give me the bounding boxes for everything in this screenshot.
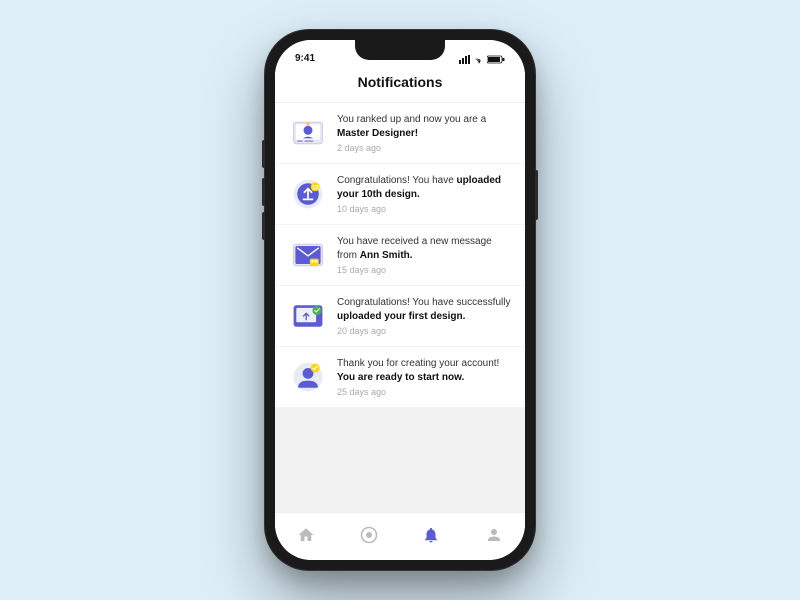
- notification-icon-upload: 10: [289, 175, 327, 213]
- notifications-list: You ranked up and now you are a Master D…: [275, 103, 525, 512]
- notification-content-2: Congratulations! You have uploaded your …: [337, 174, 511, 214]
- notification-icon-account: [289, 358, 327, 396]
- notification-item-4[interactable]: Congratulations! You have successfully u…: [275, 286, 525, 346]
- nav-home[interactable]: [286, 517, 326, 553]
- notification-icon-message: [289, 236, 327, 274]
- svg-text:10: 10: [312, 185, 320, 192]
- notification-time-1: 2 days ago: [337, 143, 511, 153]
- phone-notch: [355, 40, 445, 60]
- status-icons: [459, 55, 505, 64]
- notification-time-4: 20 days ago: [337, 326, 511, 336]
- notification-time-2: 10 days ago: [337, 204, 511, 214]
- page-title: Notifications: [358, 74, 443, 90]
- notification-time-5: 25 days ago: [337, 387, 511, 397]
- notification-text-3: You have received a new message from Ann…: [337, 235, 511, 263]
- notification-content-4: Congratulations! You have successfully u…: [337, 296, 511, 336]
- notification-icon-rank: [289, 114, 327, 152]
- bottom-nav: [275, 512, 525, 560]
- page-header: Notifications: [275, 68, 525, 103]
- nav-profile[interactable]: [474, 517, 514, 553]
- notification-content-3: You have received a new message from Ann…: [337, 235, 511, 275]
- activity-icon: [360, 526, 378, 544]
- notification-item-3[interactable]: You have received a new message from Ann…: [275, 225, 525, 285]
- notification-text-4: Congratulations! You have successfully u…: [337, 296, 511, 324]
- person-icon: [485, 526, 503, 544]
- notification-text-2: Congratulations! You have uploaded your …: [337, 174, 511, 202]
- wifi-icon: [474, 56, 484, 64]
- notification-text-5: Thank you for creating your account! You…: [337, 357, 511, 385]
- phone-screen: 9:41: [275, 40, 525, 560]
- notification-item-5[interactable]: Thank you for creating your account! You…: [275, 347, 525, 407]
- phone-mockup: 9:41: [265, 30, 535, 570]
- nav-notifications[interactable]: [411, 517, 451, 553]
- home-icon: [297, 526, 315, 544]
- status-time: 9:41: [295, 53, 315, 64]
- bell-icon: [422, 526, 440, 544]
- signal-icon: [459, 55, 471, 64]
- nav-activity[interactable]: [349, 517, 389, 553]
- notification-text-1: You ranked up and now you are a Master D…: [337, 113, 511, 141]
- notification-item-2[interactable]: 10 Congratulations! You have uploaded yo…: [275, 164, 525, 224]
- notification-content-1: You ranked up and now you are a Master D…: [337, 113, 511, 153]
- notification-icon-first-upload: [289, 297, 327, 335]
- notification-content-5: Thank you for creating your account! You…: [337, 357, 511, 397]
- notification-item-1[interactable]: You ranked up and now you are a Master D…: [275, 103, 525, 163]
- notification-time-3: 15 days ago: [337, 265, 511, 275]
- battery-icon: [487, 55, 505, 64]
